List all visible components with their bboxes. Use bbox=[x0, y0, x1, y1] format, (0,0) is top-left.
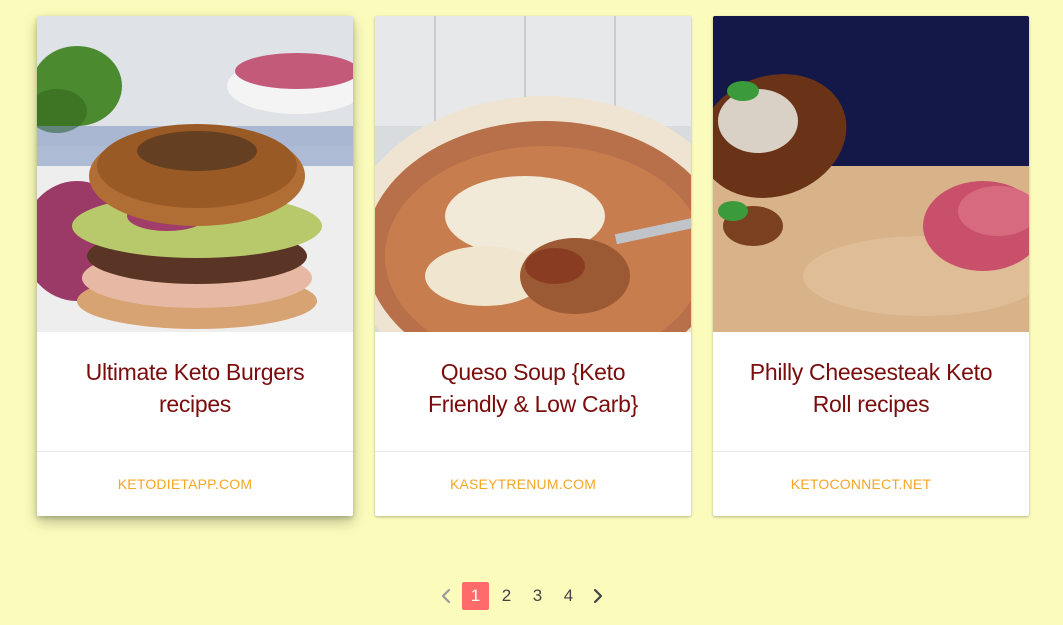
page-button-3[interactable]: 3 bbox=[524, 582, 551, 610]
recipe-card[interactable]: Queso Soup {Keto Friendly & Low Carb} KA… bbox=[375, 16, 691, 516]
page-button-4[interactable]: 4 bbox=[555, 582, 582, 610]
recipe-card[interactable]: Philly Cheesesteak Keto Roll recipes KET… bbox=[713, 16, 1029, 516]
recipe-card[interactable]: Ultimate Keto Burgers recipes KETODIETAP… bbox=[37, 16, 353, 516]
pagination: 1 2 3 4 bbox=[432, 581, 612, 611]
recipe-title[interactable]: Philly Cheesesteak Keto Roll recipes bbox=[713, 332, 1029, 452]
chevron-right-icon[interactable] bbox=[584, 582, 612, 610]
recipe-source-link[interactable]: KASEYTRENUM.COM bbox=[375, 452, 691, 516]
recipe-source-link[interactable]: KETODIETAPP.COM bbox=[37, 452, 353, 516]
recipe-image[interactable] bbox=[713, 16, 1029, 332]
recipe-source-link[interactable]: KETOCONNECT.NET bbox=[713, 452, 1029, 516]
recipe-image[interactable] bbox=[37, 16, 353, 332]
recipe-image[interactable] bbox=[375, 16, 691, 332]
recipe-title[interactable]: Ultimate Keto Burgers recipes bbox=[37, 332, 353, 452]
recipe-title[interactable]: Queso Soup {Keto Friendly & Low Carb} bbox=[375, 332, 691, 452]
chevron-left-icon[interactable] bbox=[432, 582, 460, 610]
cheesesteak-roll-image bbox=[713, 16, 1029, 332]
page-button-2[interactable]: 2 bbox=[493, 582, 520, 610]
burger-image bbox=[37, 16, 353, 332]
soup-image bbox=[375, 16, 691, 332]
page-button-1[interactable]: 1 bbox=[462, 582, 489, 610]
recipe-card-list: Ultimate Keto Burgers recipes KETODIETAP… bbox=[37, 16, 1029, 516]
